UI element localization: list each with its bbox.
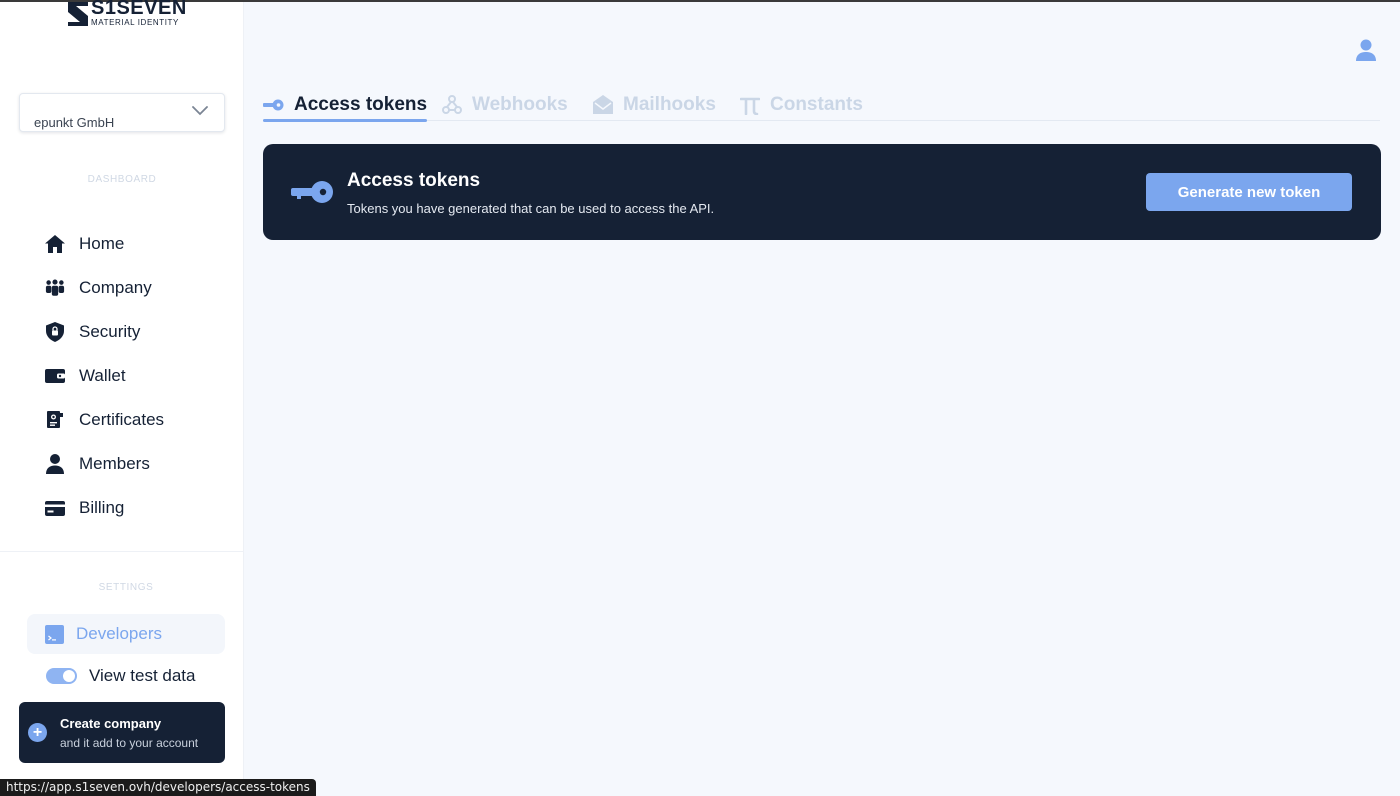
company-select-value: epunkt GmbH bbox=[34, 115, 115, 130]
credit-card-icon bbox=[45, 498, 65, 518]
tab-access-tokens[interactable]: Access tokens bbox=[263, 88, 428, 122]
view-test-data-label: View test data bbox=[89, 666, 196, 685]
plus-icon: + bbox=[28, 723, 47, 742]
sidebar-item-label: Billing bbox=[79, 498, 125, 517]
sidebar-item-label: Security bbox=[79, 322, 141, 341]
tab-webhooks[interactable]: Webhooks bbox=[442, 88, 568, 121]
home-icon bbox=[45, 234, 65, 254]
access-tokens-banner: Access tokens Tokens you have generated … bbox=[263, 144, 1381, 240]
sidebar: S1SEVEN MATERIAL IDENTITY epunkt GmbH DA… bbox=[0, 0, 244, 796]
view-test-data-row: View test data bbox=[46, 666, 195, 686]
sidebar-nav: Home Company Security Wallet Certificate… bbox=[45, 222, 164, 530]
sidebar-item-label: Certificates bbox=[79, 410, 165, 429]
tab-mailhooks[interactable]: Mailhooks bbox=[593, 88, 716, 121]
sidebar-item-label: Company bbox=[79, 278, 152, 297]
tab-label: Constants bbox=[770, 93, 863, 115]
sidebar-item-company[interactable]: Company bbox=[45, 266, 164, 310]
status-bar-url: https://app.s1seven.ovh/developers/acces… bbox=[0, 779, 316, 796]
sidebar-item-label: Members bbox=[79, 454, 150, 473]
mail-icon bbox=[593, 95, 613, 114]
sidebar-item-label: Home bbox=[79, 234, 125, 253]
create-company-title: Create company bbox=[60, 716, 162, 731]
banner-title: Access tokens bbox=[347, 170, 481, 191]
terminal-icon bbox=[45, 624, 64, 644]
company-select[interactable]: epunkt GmbH bbox=[19, 93, 225, 132]
tab-constants[interactable]: Constants bbox=[740, 88, 863, 121]
sidebar-item-security[interactable]: Security bbox=[45, 310, 164, 354]
sidebar-item-home[interactable]: Home bbox=[45, 222, 164, 266]
tab-label: Webhooks bbox=[472, 93, 568, 115]
sidebar-item-label: Developers bbox=[76, 624, 162, 643]
key-icon bbox=[291, 181, 333, 203]
sidebar-item-label: Wallet bbox=[79, 366, 126, 385]
sidebar-item-developers[interactable]: Developers bbox=[27, 614, 225, 654]
banner-description: Tokens you have generated that can be us… bbox=[347, 201, 715, 216]
brand-name: S1SEVEN bbox=[91, 0, 187, 19]
logo-mark-icon bbox=[68, 2, 88, 26]
sidebar-item-billing[interactable]: Billing bbox=[45, 486, 164, 530]
sidebar-item-wallet[interactable]: Wallet bbox=[45, 354, 164, 398]
certificate-icon bbox=[45, 410, 65, 430]
brand-tagline: MATERIAL IDENTITY bbox=[91, 18, 179, 27]
developer-tabs: Access tokens Webhooks Mailhooks Constan… bbox=[263, 88, 1380, 122]
sidebar-item-certificates[interactable]: Certificates bbox=[45, 398, 164, 442]
shield-lock-icon bbox=[45, 322, 65, 342]
sidebar-divider bbox=[0, 551, 244, 552]
people-icon bbox=[45, 278, 65, 298]
chevron-down-icon bbox=[192, 106, 208, 116]
settings-section-label: SETTINGS bbox=[98, 582, 154, 593]
pi-icon bbox=[740, 95, 760, 115]
view-test-data-toggle[interactable] bbox=[46, 668, 77, 684]
tab-label: Mailhooks bbox=[623, 93, 716, 115]
generate-new-token-button[interactable]: Generate new token bbox=[1146, 173, 1352, 211]
create-company-subtitle: and it add to your account bbox=[60, 736, 199, 750]
key-icon bbox=[263, 99, 284, 111]
brand-logo[interactable]: S1SEVEN MATERIAL IDENTITY bbox=[68, 0, 188, 30]
wallet-icon bbox=[45, 366, 65, 386]
sidebar-item-members[interactable]: Members bbox=[45, 442, 164, 486]
user-icon bbox=[45, 454, 65, 474]
webhook-icon bbox=[442, 94, 462, 115]
account-avatar-icon[interactable] bbox=[1356, 39, 1376, 61]
create-company-button[interactable]: + Create company and it add to your acco… bbox=[19, 702, 225, 763]
tab-label: Access tokens bbox=[294, 93, 428, 115]
dashboard-section-label: DASHBOARD bbox=[87, 174, 157, 185]
